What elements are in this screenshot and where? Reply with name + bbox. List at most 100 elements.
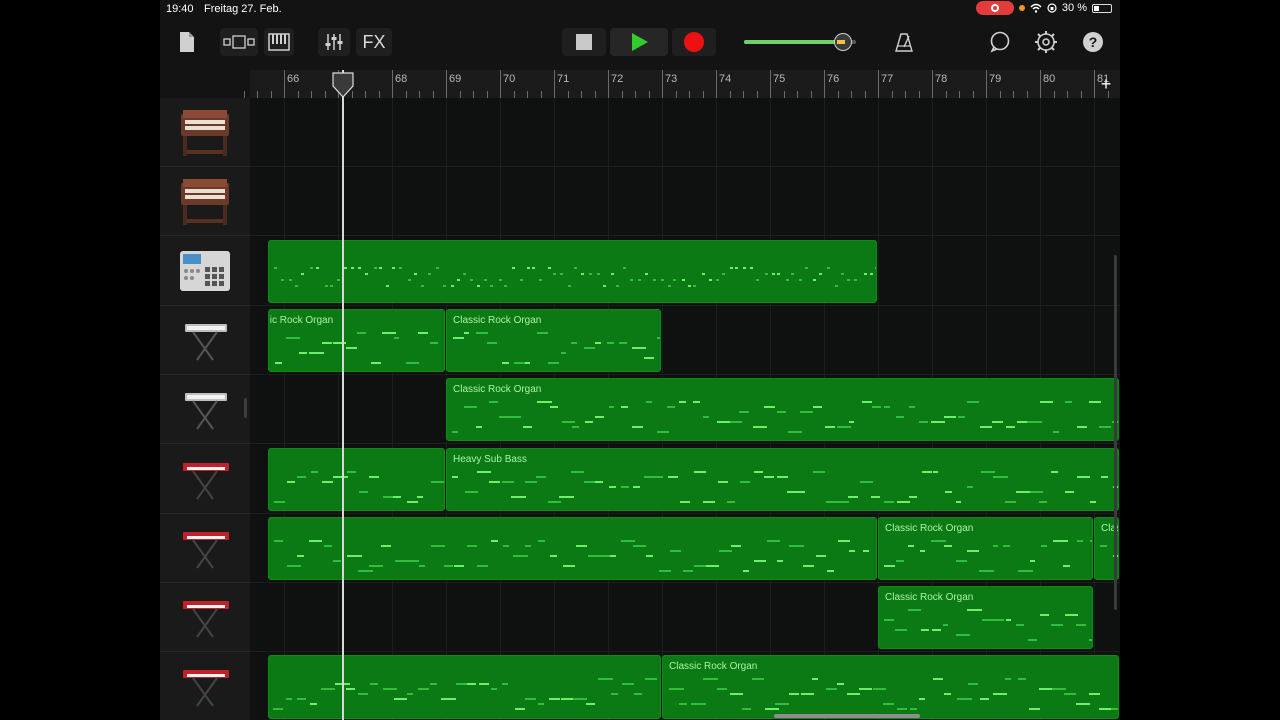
header-resize-handle[interactable]: [244, 398, 247, 418]
ruler-beat-tick: [257, 91, 258, 98]
playhead-marker-icon[interactable]: [332, 72, 354, 98]
ruler-beat-tick: [972, 91, 974, 98]
region-name: ic Rock Organ: [269, 314, 334, 326]
midi-note: [511, 495, 526, 498]
midi-note: [931, 539, 946, 542]
midi-note: [945, 490, 953, 493]
midi-note: [501, 480, 514, 483]
track-header[interactable]: [160, 445, 250, 514]
track-row[interactable]: [250, 167, 1120, 237]
midi-note: [381, 544, 392, 547]
midi-note: [513, 554, 528, 557]
track-header[interactable]: [160, 98, 250, 167]
add-track-button[interactable]: +: [1096, 74, 1116, 95]
garageband-tracks-view: 19:40 Freitag 27. Feb. 30 % FX ? 66 68 6…: [160, 0, 1120, 720]
midi-note: [992, 544, 999, 547]
midi-note: [428, 272, 432, 275]
midi-note: [693, 470, 706, 473]
region[interactable]: Classic Rock Organ: [446, 308, 661, 373]
midi-note: [787, 431, 803, 434]
midi-note: [281, 278, 285, 281]
ruler-beat-tick: [1013, 91, 1014, 98]
midi-note: [501, 361, 509, 364]
midi-note: [346, 688, 356, 691]
midi-note: [764, 708, 779, 711]
midi-note: [657, 336, 660, 339]
midi-note: [490, 688, 498, 691]
ruler-bar-label: 77: [881, 73, 894, 85]
track-header[interactable]: [160, 514, 250, 583]
region[interactable]: [267, 516, 877, 581]
midi-note: [287, 480, 295, 483]
midi-note: [932, 629, 942, 632]
track-row[interactable]: [250, 98, 1120, 167]
midi-note: [1040, 614, 1049, 617]
track-header[interactable]: [160, 652, 250, 720]
master-volume[interactable]: [744, 28, 872, 56]
region[interactable]: Classic Rock Organ: [446, 378, 1119, 442]
midi-note: [849, 549, 855, 552]
drum-machine-icon: [180, 250, 230, 291]
midi-note: [1029, 490, 1044, 493]
midi-note: [741, 708, 751, 711]
volume-knob[interactable]: [833, 33, 852, 51]
midi-note: [294, 284, 298, 287]
region[interactable]: Heavy Sub Bass: [446, 447, 1119, 511]
midi-note: [729, 693, 744, 696]
record-icon[interactable]: [672, 28, 716, 56]
ruler-beat-tick: [513, 91, 515, 98]
fx-button[interactable]: FX: [356, 28, 392, 56]
region[interactable]: ic Rock Organ: [267, 308, 445, 373]
midi-note: [955, 500, 962, 503]
midi-note: [621, 485, 629, 488]
midi-note: [692, 401, 701, 404]
region[interactable]: Classic Rock Organ: [878, 516, 1093, 581]
ruler-beat-tick: [945, 91, 947, 98]
loop-browser-icon[interactable]: [988, 28, 1012, 56]
timeline-ruler[interactable]: 66676869707172737475767778798081: [243, 70, 1120, 99]
midi-note: [430, 683, 437, 686]
region[interactable]: [267, 239, 877, 303]
home-indicator[interactable]: [774, 714, 920, 718]
midi-note: [777, 272, 781, 275]
midi-note: [813, 278, 817, 281]
track-header[interactable]: [160, 375, 250, 445]
midi-note: [309, 266, 313, 269]
midi-note: [735, 266, 739, 269]
midi-note: [321, 341, 333, 344]
settings-icon[interactable]: [1034, 28, 1058, 56]
ruler-bar-tick: [986, 70, 987, 98]
help-icon[interactable]: ?: [1081, 28, 1105, 56]
midi-note: [813, 406, 822, 409]
midi-note: [562, 564, 575, 567]
midi-note: [883, 703, 894, 706]
midi-note: [571, 470, 585, 473]
midi-note: [351, 266, 355, 269]
screen-recording-icon[interactable]: [975, 1, 1014, 15]
midi-note: [452, 336, 464, 339]
status-bar: 19:40 Freitag 27. Feb. 30 %: [160, 0, 1120, 18]
keyboard-icon[interactable]: [264, 28, 294, 56]
region[interactable]: Classic Rock Organ: [662, 655, 1119, 719]
track-header[interactable]: [160, 237, 250, 306]
region[interactable]: [267, 655, 661, 719]
midi-note: [572, 426, 579, 429]
track-header[interactable]: [160, 167, 250, 237]
view-toggle-icon[interactable]: [220, 28, 258, 56]
play-icon[interactable]: [610, 28, 668, 56]
metronome-icon[interactable]: [892, 28, 916, 56]
playhead[interactable]: [342, 70, 344, 720]
region[interactable]: Classic Rock Organ: [878, 586, 1093, 650]
midi-note: [1075, 703, 1090, 706]
midi-note: [561, 698, 573, 701]
track-header[interactable]: [160, 306, 250, 375]
ruler-bar-tick: [608, 70, 609, 98]
tracks-area[interactable]: ic Rock Organ Classic Rock Organ Classic R…: [250, 98, 1120, 720]
stop-icon[interactable]: [562, 28, 606, 56]
region[interactable]: [267, 447, 445, 511]
midi-note: [1100, 544, 1108, 547]
vertical-scrollbar[interactable]: [1114, 255, 1117, 610]
my-songs-icon[interactable]: [174, 28, 200, 56]
track-header[interactable]: [160, 583, 250, 653]
mixer-icon[interactable]: [318, 28, 350, 56]
